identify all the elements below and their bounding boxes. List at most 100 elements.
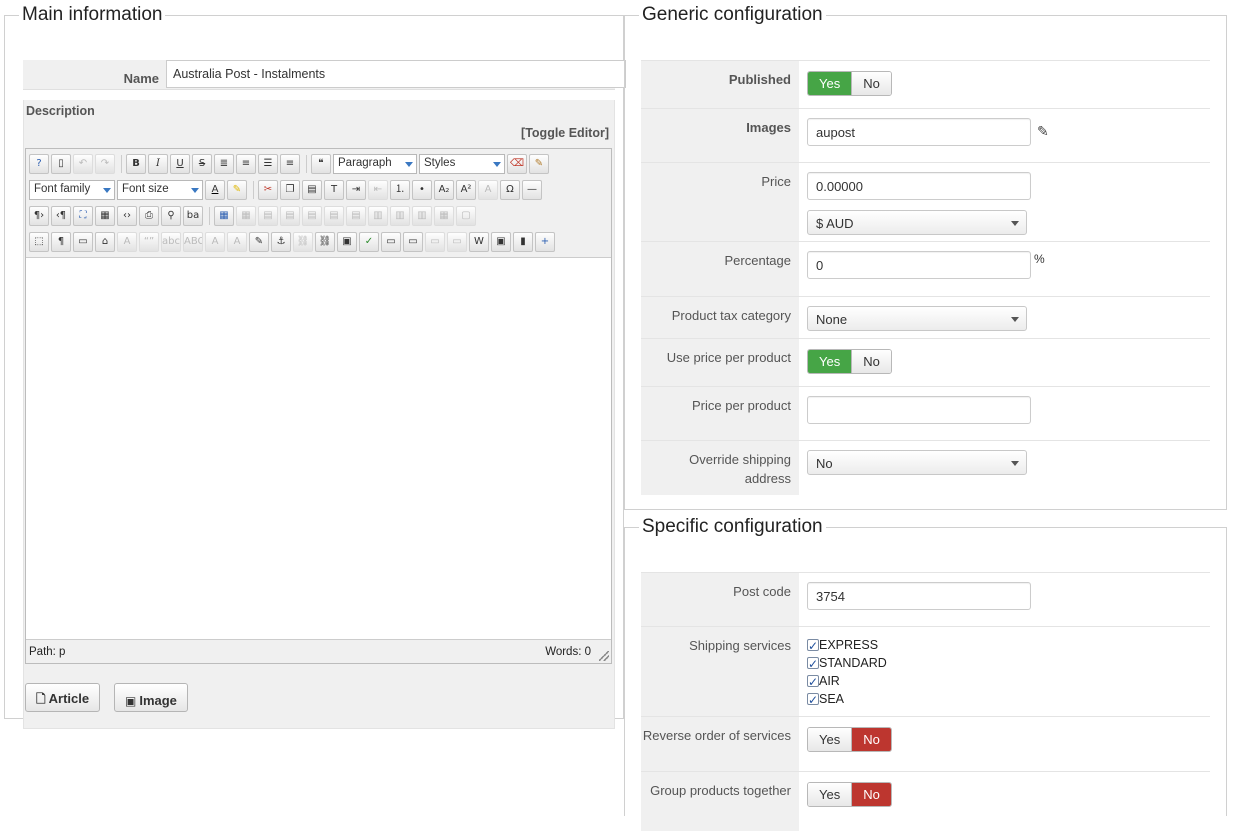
abbr-icon[interactable]: abc	[161, 232, 181, 252]
font-family-select[interactable]: Font family	[29, 180, 115, 200]
delete-row-icon[interactable]: ▤	[346, 206, 366, 226]
del-text-icon[interactable]: A	[205, 232, 225, 252]
media-icon[interactable]: ▮	[513, 232, 533, 252]
reverse-order-yes-option[interactable]: Yes	[808, 728, 852, 751]
paste-icon[interactable]: ▤	[302, 180, 322, 200]
express-checkbox[interactable]	[807, 637, 819, 655]
post-code-input[interactable]	[807, 582, 1031, 610]
non-breaking-icon[interactable]: ⌂	[95, 232, 115, 252]
ltr-icon[interactable]: ¶›	[29, 206, 49, 226]
anchor-icon[interactable]: ⚓	[271, 232, 291, 252]
published-yes-option[interactable]: Yes	[808, 72, 852, 95]
help-icon[interactable]: ?	[29, 154, 49, 174]
delete-col-icon[interactable]: ▥	[412, 206, 432, 226]
html-source-icon[interactable]: ‹›	[117, 206, 137, 226]
styles-select[interactable]: Styles	[419, 154, 505, 174]
override-shipping-select[interactable]: No	[807, 450, 1027, 475]
insert-template-icon[interactable]: ▦	[95, 206, 115, 226]
link-icon[interactable]: ⛓	[315, 232, 335, 252]
align-left-icon[interactable]: ☰	[258, 154, 278, 174]
outdent-icon[interactable]: ⇤	[368, 180, 388, 200]
currency-select[interactable]: $ AUD	[807, 210, 1027, 235]
editor-content-area[interactable]	[26, 258, 611, 639]
visual-aid-icon[interactable]: ⬚	[29, 232, 49, 252]
page-break-icon[interactable]: ▭	[73, 232, 93, 252]
article-button[interactable]: 🗋 Article	[25, 683, 101, 712]
row-before-icon[interactable]: ▤	[302, 206, 322, 226]
eraser-icon[interactable]: ⌫	[507, 154, 527, 174]
numbered-list-icon[interactable]: ⒈	[390, 180, 410, 200]
delete-table-icon[interactable]: ▦	[236, 206, 256, 226]
cell-props-icon[interactable]: ▤	[280, 206, 300, 226]
bullet-list-icon[interactable]: •	[412, 180, 432, 200]
new-page-icon[interactable]: +	[535, 232, 555, 252]
use-price-per-product-yes-option[interactable]: Yes	[808, 350, 852, 373]
superscript-icon[interactable]: A²	[456, 180, 476, 200]
insert-table-icon[interactable]: ▦	[214, 206, 234, 226]
pencil-edit-icon[interactable]: ✎	[1037, 124, 1049, 140]
attributes-icon[interactable]: ✎	[249, 232, 269, 252]
strikethrough-icon[interactable]: S	[192, 154, 212, 174]
paste-text-icon[interactable]: T	[324, 180, 344, 200]
row-props-icon[interactable]: ▤	[258, 206, 278, 226]
bold-icon[interactable]: B	[126, 154, 146, 174]
replace-icon[interactable]: ba	[183, 206, 203, 226]
layer-back-icon[interactable]: ▭	[425, 232, 445, 252]
layer-front-icon[interactable]: ▭	[447, 232, 467, 252]
format-select[interactable]: Paragraph	[333, 154, 417, 174]
underline-icon[interactable]: U	[170, 154, 190, 174]
horizontal-rule-icon[interactable]: —	[522, 180, 542, 200]
layer-icon[interactable]: ▭	[381, 232, 401, 252]
blockquote-icon[interactable]: ❝	[311, 154, 331, 174]
align-justify-icon[interactable]: ≣	[214, 154, 234, 174]
resize-handle[interactable]	[599, 651, 609, 661]
show-blocks-icon[interactable]: ¶	[51, 232, 71, 252]
indent-icon[interactable]: ⇥	[346, 180, 366, 200]
insert-image-icon[interactable]: ▣	[337, 232, 357, 252]
rtl-icon[interactable]: ‹¶	[51, 206, 71, 226]
spellcheck-icon[interactable]: ✓	[359, 232, 379, 252]
paste-word-icon[interactable]: W	[469, 232, 489, 252]
omega-icon[interactable]: Ω	[500, 180, 520, 200]
align-center-icon[interactable]: ≡	[236, 154, 256, 174]
published-no-option[interactable]: No	[851, 72, 891, 95]
font-color-dim-icon[interactable]: A	[478, 180, 498, 200]
layer-move-icon[interactable]: ▭	[403, 232, 423, 252]
tax-category-select[interactable]: None	[807, 306, 1027, 331]
find-icon[interactable]: ⚲	[161, 206, 181, 226]
merge-cells-icon[interactable]: ▢	[456, 206, 476, 226]
row-after-icon[interactable]: ▤	[324, 206, 344, 226]
ins-text-icon[interactable]: A	[227, 232, 247, 252]
copy-icon[interactable]: ❐	[280, 180, 300, 200]
price-input[interactable]	[807, 172, 1031, 200]
highlight-color-icon[interactable]: ✎	[227, 180, 247, 200]
sea-checkbox[interactable]	[807, 691, 819, 709]
style-props-icon[interactable]: A	[117, 232, 137, 252]
font-size-select[interactable]: Font size	[117, 180, 203, 200]
use-price-per-product-no-option[interactable]: No	[851, 350, 891, 373]
col-before-icon[interactable]: ▥	[368, 206, 388, 226]
unlink-icon[interactable]: ⛓	[293, 232, 313, 252]
split-cells-icon[interactable]: ▦	[434, 206, 454, 226]
fullscreen-icon[interactable]: ⛶	[73, 206, 93, 226]
italic-icon[interactable]: I	[148, 154, 168, 174]
text-color-icon[interactable]: A	[205, 180, 225, 200]
reverse-order-no-option[interactable]: No	[851, 728, 891, 751]
print-icon[interactable]: ⎙	[139, 206, 159, 226]
acronym-icon[interactable]: ABC	[183, 232, 203, 252]
images-input[interactable]	[807, 118, 1031, 146]
toggle-editor-link[interactable]: [Toggle Editor]	[521, 126, 609, 140]
redo-icon[interactable]: ↷	[95, 154, 115, 174]
percentage-input[interactable]	[807, 251, 1031, 279]
name-input[interactable]	[166, 60, 626, 88]
cite-icon[interactable]: “”	[139, 232, 159, 252]
undo-icon[interactable]: ↶	[73, 154, 93, 174]
price-per-product-input[interactable]	[807, 396, 1031, 424]
col-after-icon[interactable]: ▥	[390, 206, 410, 226]
align-right-icon[interactable]: ≡	[280, 154, 300, 174]
cut-icon[interactable]: ✂	[258, 180, 278, 200]
cleanup-broom-icon[interactable]: ✎	[529, 154, 549, 174]
image-button[interactable]: ▣ Image	[114, 683, 188, 712]
air-checkbox[interactable]	[807, 673, 819, 691]
standard-checkbox[interactable]	[807, 655, 819, 673]
